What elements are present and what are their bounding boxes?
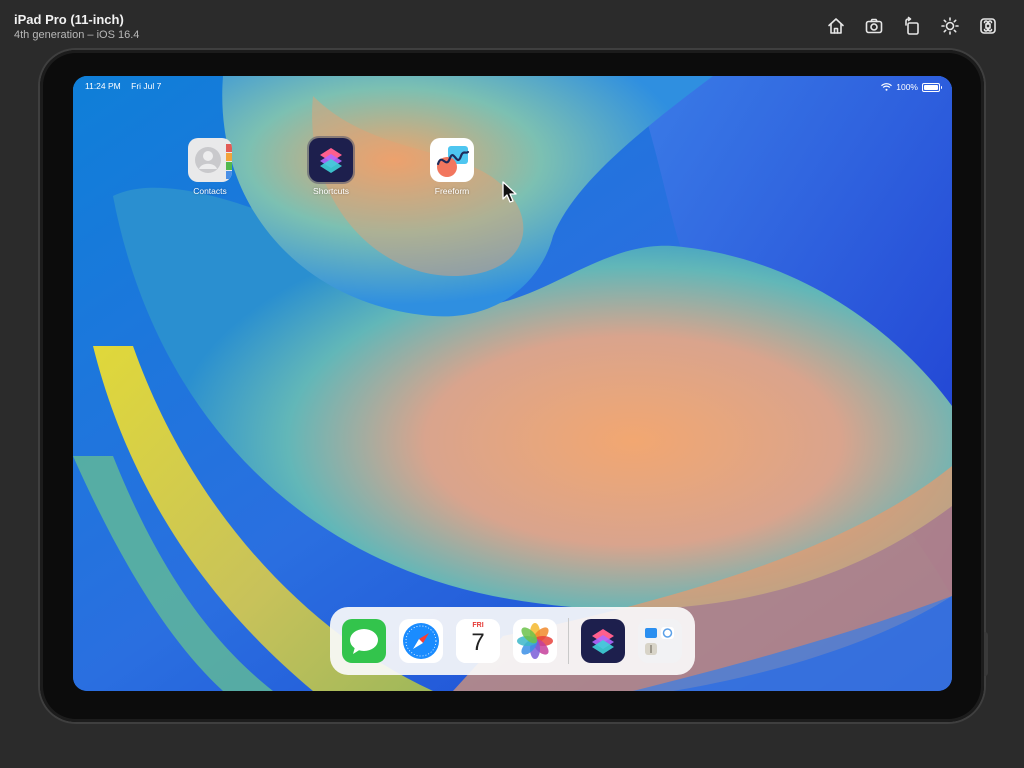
appearance-icon bbox=[941, 17, 959, 35]
calendar-day: FRI bbox=[472, 622, 484, 629]
battery-percent: 100% bbox=[896, 82, 918, 92]
screenshot-icon bbox=[865, 18, 883, 34]
command-icon bbox=[980, 18, 996, 34]
appearance-button[interactable] bbox=[938, 14, 962, 38]
dock-calendar[interactable]: FRI 7 bbox=[456, 619, 500, 663]
simulator-toolbar bbox=[810, 14, 1000, 38]
contacts-icon bbox=[188, 138, 232, 182]
shortcuts-icon bbox=[309, 138, 353, 182]
wifi-icon bbox=[881, 83, 893, 91]
device-name: iPad Pro (11-inch) bbox=[14, 12, 124, 27]
status-time: 11:24 PM bbox=[85, 81, 121, 91]
dock-shortcuts[interactable] bbox=[581, 619, 625, 663]
side-button bbox=[984, 632, 988, 676]
shortcuts-icon bbox=[592, 629, 614, 654]
app-label-shortcuts: Shortcuts bbox=[313, 186, 349, 196]
app-label-contacts: Contacts bbox=[193, 186, 227, 196]
screenshot-button[interactable] bbox=[862, 14, 886, 38]
dock-separator bbox=[568, 618, 569, 664]
calendar-date: 7 bbox=[471, 629, 485, 656]
dock-safari[interactable] bbox=[399, 619, 443, 663]
status-date: Fri Jul 7 bbox=[131, 81, 162, 91]
status-bar: 11:24 PM Fri Jul 7 100% bbox=[85, 81, 942, 93]
command-button[interactable] bbox=[976, 14, 1000, 38]
dock-app-library[interactable] bbox=[638, 619, 682, 663]
safari-icon bbox=[403, 623, 439, 659]
app-library-icon bbox=[645, 627, 674, 655]
ipad-screen[interactable]: 11:24 PM Fri Jul 7 100% Contacts Shortcu… bbox=[73, 76, 952, 691]
mouse-cursor-icon bbox=[502, 181, 517, 203]
app-shortcuts[interactable]: Shortcuts bbox=[296, 138, 366, 196]
app-label-freeform: Freeform bbox=[434, 186, 470, 196]
home-button[interactable] bbox=[824, 14, 848, 38]
dock-photos[interactable] bbox=[513, 619, 557, 663]
freeform-icon bbox=[430, 138, 474, 182]
app-freeform[interactable]: Freeform bbox=[417, 138, 487, 196]
battery-icon bbox=[922, 82, 942, 92]
home-icon bbox=[828, 18, 844, 34]
rotate-button[interactable] bbox=[900, 14, 924, 38]
messages-icon bbox=[350, 629, 378, 654]
photos-icon bbox=[517, 623, 553, 659]
rotate-icon bbox=[905, 16, 919, 35]
dock-messages[interactable] bbox=[342, 619, 386, 663]
dock: FRI 7 bbox=[330, 607, 695, 675]
app-contacts[interactable]: Contacts bbox=[175, 138, 245, 196]
device-info: 4th generation – iOS 16.4 bbox=[14, 29, 140, 41]
simulator-title: iPad Pro (11-inch) 4th generation – iOS … bbox=[14, 12, 139, 42]
battery-fill bbox=[924, 84, 938, 90]
